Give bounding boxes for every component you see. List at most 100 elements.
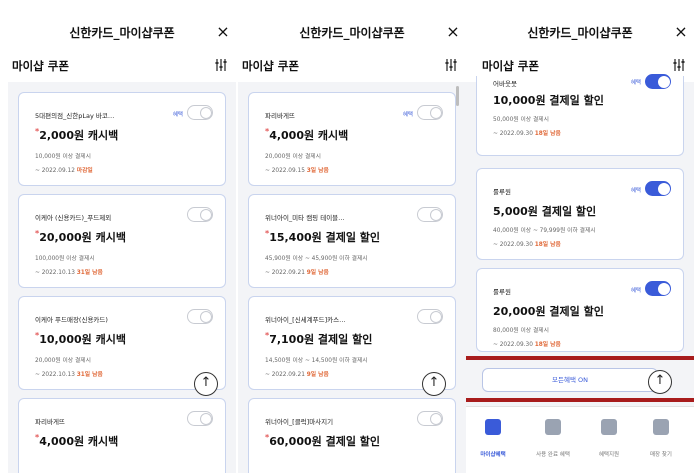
coupon-name: 파리바게뜨	[35, 418, 65, 426]
coupon-name: 이케아 (신용카드)_푸드제외	[35, 214, 112, 222]
coupon-icon	[485, 419, 501, 435]
days-left: 18일 남음	[534, 342, 561, 348]
coupon-list: 파리바게뜨 혜택 *4,000원 캐시백 20,000원 이상 결제시 ~ 20…	[238, 82, 466, 473]
coupon-name: 룰루원	[493, 188, 511, 196]
coupon-name: 위너아이_미타 캠핑 테이블…	[265, 214, 345, 222]
coupon-toggle[interactable]	[187, 309, 213, 324]
coupon-name: 이케아 푸드매장(신용카드)	[35, 316, 108, 324]
coupon-card[interactable]: 이케아 푸드매장(신용카드) *10,000원 캐시백 20,000원 이상 결…	[18, 296, 226, 390]
coupon-toggle[interactable]	[417, 309, 443, 324]
coupon-amount: *15,400원 결제일 할인	[265, 229, 381, 244]
coupon-amount: *7,100원 결제일 할인	[265, 331, 373, 346]
phone-screen-3: 신한카드_마이샵쿠폰 × 마이샵 쿠폰 어바웃뭇 혜택 10,000원 결제일 …	[466, 0, 694, 473]
coupon-card[interactable]: 위너아이_[클럭]마사지기 *60,000원 결제일 할인	[248, 398, 456, 473]
benefit-badge: 혜택	[630, 80, 641, 86]
scroll-top-button[interactable]: ↑	[194, 372, 218, 396]
coupon-period: ~ 2022.09.21 9일 남음	[265, 372, 329, 378]
title-bar: 신한카드_마이샵쿠폰 ×	[8, 0, 236, 48]
section-title: 마이샵 쿠폰	[482, 59, 539, 73]
coupon-amount: *2,000원 캐시백	[35, 127, 119, 142]
filter-icon[interactable]	[444, 58, 458, 72]
coupon-period: ~ 2022.09.15 3일 남음	[265, 168, 329, 174]
coupon-card[interactable]: 룰루원 혜택 20,000원 결제일 할인 80,000원 이상 결제시 ~ 2…	[476, 268, 684, 352]
all-benefits-on-button[interactable]: 모든혜택 ON	[482, 368, 658, 392]
coupon-card[interactable]: 룰루원 혜택 5,000원 결제일 할인 40,000원 이상 ~ 79,999…	[476, 168, 684, 260]
coupon-card[interactable]: 어바웃뭇 혜택 10,000원 결제일 할인 50,000원 이상 결제시 ~ …	[476, 74, 684, 156]
coupon-toggle[interactable]	[187, 207, 213, 222]
days-left: 9일 남음	[306, 372, 329, 378]
coupon-card[interactable]: 이케아 (신용카드)_푸드제외 *20,000원 캐시백 100,000원 이상…	[18, 194, 226, 288]
scroll-top-button[interactable]: ↑	[422, 372, 446, 396]
edit-icon	[601, 419, 617, 435]
close-icon[interactable]: ×	[214, 22, 232, 41]
coupon-period: ~ 2022.09.21 9일 남음	[265, 270, 329, 276]
benefit-badge: 혜택	[630, 188, 641, 194]
nav-label: 사용 완료 혜택	[536, 452, 570, 458]
coupon-condition: 50,000원 이상 결제시	[493, 117, 549, 123]
nav-item-benefit-support[interactable]: 혜택지원	[584, 419, 634, 460]
coupon-period: ~ 2022.09.30 18일 남음	[493, 131, 561, 137]
section-title: 마이샵 쿠폰	[12, 59, 69, 73]
page-title: 신한카드_마이샵쿠폰	[69, 26, 175, 40]
nav-item-used-benefits[interactable]: 사용 완료 혜택	[528, 419, 578, 460]
coupon-card[interactable]: 파리바게뜨 혜택 *4,000원 캐시백 20,000원 이상 결제시 ~ 20…	[248, 92, 456, 186]
coupon-amount: 20,000원 결제일 할인	[493, 305, 604, 318]
coupon-condition: 45,900원 이상 ~ 45,900원 이하 결제시	[265, 256, 368, 262]
coupon-toggle[interactable]	[645, 74, 671, 89]
coupon-name: 파리바게뜨	[265, 112, 295, 120]
coupon-condition: 20,000원 이상 결제시	[35, 358, 91, 364]
coupon-toggle[interactable]	[187, 411, 213, 426]
coupon-toggle[interactable]	[187, 105, 213, 120]
filter-icon[interactable]	[672, 58, 686, 72]
phone-screen-2: 신한카드_마이샵쿠폰 × 마이샵 쿠폰 파리바게뜨 혜택 *4,000원 캐시백…	[238, 0, 466, 473]
days-left: 31일 남음	[76, 372, 103, 378]
close-icon[interactable]: ×	[444, 22, 462, 41]
nav-item-store-finder[interactable]: 매장 찾기	[636, 419, 686, 460]
coupon-toggle[interactable]	[645, 281, 671, 296]
nav-item-myshop-benefits[interactable]: 마이샵혜택	[468, 419, 518, 460]
page-title: 신한카드_마이샵쿠폰	[299, 26, 405, 40]
coupon-condition: 20,000원 이상 결제시	[265, 154, 321, 160]
coupon-amount: 10,000원 결제일 할인	[493, 94, 604, 107]
bottom-nav: 마이샵혜택 사용 완료 혜택 혜택지원 매장 찾기	[466, 406, 694, 473]
coupon-amount: *10,000원 캐시백	[35, 331, 126, 346]
close-icon[interactable]: ×	[672, 22, 690, 41]
coupon-toggle[interactable]	[645, 181, 671, 196]
coupon-name: 위너아이_[신세계푸드]카스…	[265, 316, 346, 324]
coupon-toggle[interactable]	[417, 105, 443, 120]
coupon-condition: 80,000원 이상 결제시	[493, 328, 549, 334]
nav-label: 마이샵혜택	[480, 452, 506, 458]
days-left: 18일 남음	[534, 131, 561, 137]
section-title: 마이샵 쿠폰	[242, 59, 299, 73]
benefit-badge: 혜택	[402, 112, 413, 118]
coupon-period: ~ 2022.09.30 18일 남음	[493, 342, 561, 348]
coupon-name: 어바웃뭇	[493, 80, 517, 88]
coupon-condition: 100,000원 이상 결제시	[35, 256, 95, 262]
coupon-period: ~ 2022.10.13 31일 남음	[35, 270, 103, 276]
nav-label: 매장 찾기	[650, 452, 672, 458]
days-left: 3일 남음	[306, 168, 329, 174]
coupon-period: ~ 2022.09.12 마감일	[35, 168, 93, 174]
coupon-amount: *60,000원 결제일 할인	[265, 433, 381, 448]
days-left: 18일 남음	[534, 242, 561, 248]
scroll-top-button[interactable]: ↑	[648, 370, 672, 394]
coupon-amount: *20,000원 캐시백	[35, 229, 126, 244]
section-header: 마이샵 쿠폰	[8, 52, 236, 82]
coupon-condition: 40,000원 이상 ~ 79,999원 이하 결제시	[493, 228, 596, 234]
coupon-toggle[interactable]	[417, 411, 443, 426]
coupon-card[interactable]: 5대편의점_신한pLay 바코… 혜택 *2,000원 캐시백 10,000원 …	[18, 92, 226, 186]
coupon-card[interactable]: 위너아이_미타 캠핑 테이블… *15,400원 결제일 할인 45,900원 …	[248, 194, 456, 288]
coupon-name: 룰루원	[493, 288, 511, 296]
days-left: 31일 남음	[76, 270, 103, 276]
coupon-condition: 14,500원 이상 ~ 14,500원 이하 결제시	[265, 358, 368, 364]
coupon-card[interactable]: 파리바게뜨 *4,000원 캐시백	[18, 398, 226, 473]
filter-icon[interactable]	[214, 58, 228, 72]
coupon-amount: *4,000원 캐시백	[265, 127, 349, 142]
title-bar: 신한카드_마이샵쿠폰 ×	[466, 0, 694, 48]
location-pin-icon	[653, 419, 669, 435]
coupon-name: 위너아이_[클럭]마사지기	[265, 418, 334, 426]
scrollbar[interactable]	[456, 86, 459, 106]
coupon-toggle[interactable]	[417, 207, 443, 222]
coupon-name: 5대편의점_신한pLay 바코…	[35, 112, 115, 120]
coupon-condition: 10,000원 이상 결제시	[35, 154, 91, 160]
